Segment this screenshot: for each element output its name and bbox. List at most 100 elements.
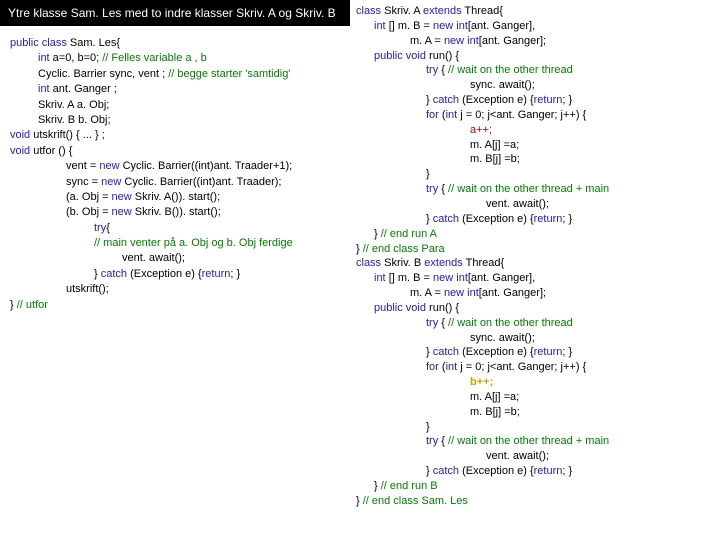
code-token: (Exception e) { bbox=[459, 465, 534, 477]
code-token: new bbox=[112, 191, 132, 203]
code-line: for (int j = 0; j<ant. Ganger; j++) { bbox=[356, 360, 714, 375]
code-token: public class bbox=[10, 37, 70, 49]
code-token: // wait on the other thread bbox=[448, 64, 573, 76]
code-token: (Exception e) { bbox=[459, 213, 534, 225]
code-token: [ant. Ganger]; bbox=[479, 35, 546, 47]
code-token: vent. await(); bbox=[122, 252, 185, 264]
code-token: // utfor bbox=[17, 299, 48, 311]
code-token: m. A = bbox=[410, 35, 444, 47]
code-token: vent. await(); bbox=[486, 198, 549, 210]
code-line: sync. await(); bbox=[356, 78, 714, 93]
code-line: Skriv. A a. Obj; bbox=[10, 98, 340, 113]
code-token: Skriv. B()). start(); bbox=[132, 206, 221, 218]
code-token: utskrift() { ... } ; bbox=[33, 129, 105, 141]
code-token: try bbox=[426, 435, 438, 447]
code-token: j = 0; j<ant. Ganger; j++) { bbox=[460, 361, 586, 373]
code-token: (Exception e) { bbox=[459, 346, 534, 358]
code-token: } bbox=[374, 480, 381, 492]
code-token: { bbox=[106, 222, 110, 234]
code-token: { bbox=[438, 183, 448, 195]
code-line: int [] m. B = new int[ant. Ganger], bbox=[356, 19, 714, 34]
code-token: new int bbox=[433, 20, 468, 32]
code-token: Cyclic. Barrier((int)ant. Traader+1); bbox=[120, 160, 293, 172]
code-token: int bbox=[446, 361, 461, 373]
code-token: j = 0; j<ant. Ganger; j++) { bbox=[460, 109, 586, 121]
code-token: } bbox=[426, 213, 433, 225]
code-token: Thread{ bbox=[463, 257, 504, 269]
right-code-block: class Skriv. A extends Thread{int [] m. … bbox=[350, 0, 720, 540]
code-token: try bbox=[94, 222, 106, 234]
code-token: } bbox=[94, 268, 101, 280]
code-token: // end run A bbox=[381, 228, 437, 240]
code-token: Skriv. A()). start(); bbox=[132, 191, 220, 203]
code-token: extends bbox=[423, 5, 462, 17]
code-line: try { // wait on the other thread + main bbox=[356, 182, 714, 197]
code-token: new int bbox=[444, 35, 479, 47]
code-token: m. A = bbox=[410, 287, 444, 299]
code-token: new bbox=[101, 176, 121, 188]
code-token: // end class Para bbox=[363, 243, 445, 255]
code-token: void bbox=[10, 145, 30, 157]
code-line: } // end run B bbox=[356, 479, 714, 494]
code-token: catch bbox=[101, 268, 127, 280]
code-token: int bbox=[374, 20, 389, 32]
code-token: catch bbox=[433, 213, 459, 225]
code-line: class Skriv. A extends Thread{ bbox=[356, 4, 714, 19]
code-token: int bbox=[38, 83, 50, 95]
code-line: public void run() { bbox=[356, 301, 714, 316]
code-line: try{ bbox=[10, 221, 340, 236]
code-token: (a. Obj = bbox=[66, 191, 112, 203]
code-token: m. B[j] =b; bbox=[470, 153, 520, 165]
code-line: sync = new Cyclic. Barrier((int)ant. Tra… bbox=[10, 175, 340, 190]
code-token: ; } bbox=[562, 465, 572, 477]
code-token: [] m. B = bbox=[389, 20, 433, 32]
code-token: Skriv. B b. Obj; bbox=[38, 114, 111, 126]
code-token: } bbox=[426, 94, 433, 106]
code-token: sync = bbox=[66, 176, 101, 188]
code-line: try { // wait on the other thread bbox=[356, 63, 714, 78]
code-token: } bbox=[10, 299, 17, 311]
code-token: for bbox=[426, 109, 439, 121]
code-token: } bbox=[426, 421, 430, 433]
code-token: Cyclic. Barrier((int)ant. Traader); bbox=[121, 176, 281, 188]
code-token: ; } bbox=[230, 268, 240, 280]
code-line: Skriv. B b. Obj; bbox=[10, 113, 340, 128]
code-line: int [] m. B = new int[ant. Ganger], bbox=[356, 271, 714, 286]
code-token: ; } bbox=[562, 94, 572, 106]
code-line: vent. await(); bbox=[356, 449, 714, 464]
code-line: void utfor () { bbox=[10, 144, 340, 159]
code-token: [] m. B = bbox=[389, 272, 433, 284]
code-token: sync. await(); bbox=[470, 332, 535, 344]
code-token: utfor () { bbox=[30, 145, 72, 157]
code-token: // wait on the other thread + main bbox=[448, 183, 609, 195]
code-line: } catch (Exception e) {return; } bbox=[356, 464, 714, 479]
title-bar: Ytre klasse Sam. Les med to indre klasse… bbox=[0, 0, 350, 26]
code-line: } catch (Exception e) {return; } bbox=[10, 267, 340, 282]
code-token: [ant. Ganger], bbox=[468, 20, 535, 32]
code-token: [ant. Ganger]; bbox=[479, 287, 546, 299]
code-token: class bbox=[356, 257, 384, 269]
code-line: try { // wait on the other thread bbox=[356, 316, 714, 331]
code-token: { bbox=[438, 435, 448, 447]
code-token: [ant. Ganger], bbox=[468, 272, 535, 284]
code-line: m. A = new int[ant. Ganger]; bbox=[356, 34, 714, 49]
code-token: Skriv. A a. Obj; bbox=[38, 99, 109, 111]
code-line: m. B[j] =b; bbox=[356, 405, 714, 420]
code-token: catch bbox=[433, 465, 459, 477]
left-column: Ytre klasse Sam. Les med to indre klasse… bbox=[0, 0, 350, 540]
code-token: new bbox=[99, 160, 119, 172]
code-line: a++; bbox=[356, 123, 714, 138]
code-line: vent = new Cyclic. Barrier((int)ant. Tra… bbox=[10, 159, 340, 174]
code-line: m. B[j] =b; bbox=[356, 152, 714, 167]
code-token: (Exception e) { bbox=[459, 94, 534, 106]
code-token: ant. Ganger ; bbox=[50, 83, 117, 95]
code-token: return bbox=[202, 268, 231, 280]
code-token: a=0, b=0; bbox=[50, 52, 103, 64]
code-token: try bbox=[426, 317, 438, 329]
code-token: return bbox=[534, 213, 563, 225]
code-line: b++; bbox=[356, 375, 714, 390]
code-line: Cyclic. Barrier sync, vent ; // begge st… bbox=[10, 67, 340, 82]
code-token: int bbox=[38, 52, 50, 64]
code-token: Skriv. A bbox=[384, 5, 423, 17]
code-token: m. B[j] =b; bbox=[470, 406, 520, 418]
